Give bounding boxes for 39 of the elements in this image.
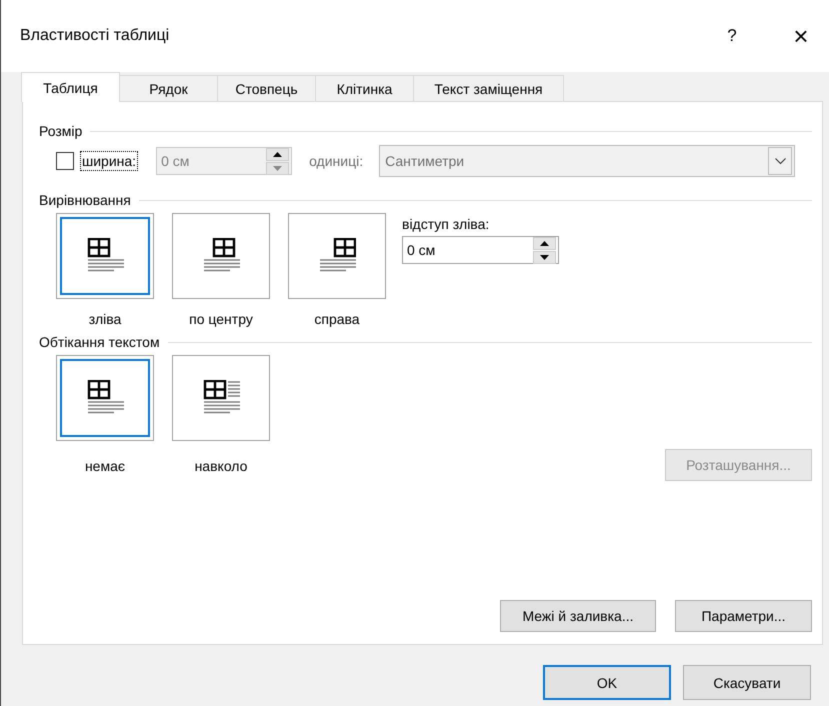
up-arrow-button[interactable]: [533, 236, 556, 250]
tab[interactable]: Текст заміщення: [413, 75, 564, 101]
text-wrapping-icon: [202, 380, 240, 416]
up-triangle-icon: [273, 152, 282, 156]
option-label: навколо: [194, 458, 248, 476]
option-label: справа: [314, 311, 360, 329]
table-alignment-icon: [202, 238, 240, 274]
close-button[interactable]: ×: [778, 16, 824, 56]
option-label: немає: [84, 458, 126, 476]
tab[interactable]: Таблиця: [21, 72, 120, 102]
alignment-option[interactable]: [172, 213, 270, 299]
cancel-button[interactable]: Скасувати: [683, 665, 811, 700]
table-alignment-icon: [86, 238, 124, 274]
text-wrapping-icon: [86, 380, 124, 416]
panel-button[interactable]: Параметри...: [675, 600, 812, 632]
down-triangle-icon: [540, 254, 549, 260]
chevron-down-icon: [774, 158, 786, 164]
up-triangle-icon: [540, 240, 549, 246]
checkbox[interactable]: [56, 152, 74, 170]
indent-label: відступ зліва:: [402, 216, 490, 232]
section-heading: Розмір: [39, 123, 82, 139]
down-arrow-button[interactable]: [533, 250, 556, 264]
ok-button[interactable]: OK: [543, 665, 671, 700]
help-button[interactable]: ?: [709, 16, 755, 56]
units-label: одиниці:: [309, 153, 364, 169]
alignment-option[interactable]: [288, 213, 386, 299]
checkbox-label: ширина:: [80, 151, 138, 171]
window-title: Властивості таблиці: [20, 27, 170, 45]
indent-field[interactable]: 0 см: [402, 236, 559, 264]
down-triangle-icon: [273, 166, 282, 170]
alignment-option[interactable]: [56, 213, 154, 299]
wrapping-option[interactable]: [56, 355, 154, 441]
wrapping-option[interactable]: [172, 355, 270, 441]
table-alignment-icon: [318, 238, 356, 274]
option-label: по центру: [189, 311, 253, 329]
option-label: зліва: [88, 311, 122, 329]
section-heading: Обтікання текстом: [39, 334, 160, 350]
panel-button[interactable]: Межі й заливка...: [500, 600, 656, 632]
section-heading: Вирівнювання: [39, 192, 131, 208]
